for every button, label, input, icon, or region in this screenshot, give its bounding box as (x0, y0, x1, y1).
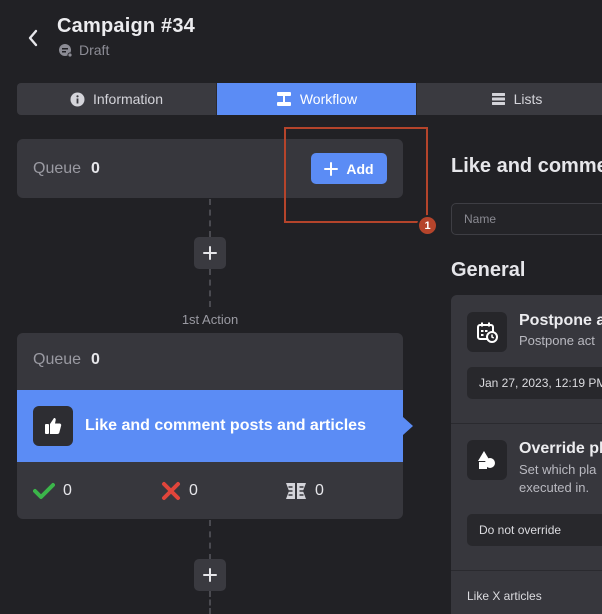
tab-label: Workflow (299, 91, 358, 107)
action-icon-box (33, 406, 73, 446)
override-description-line2: executed in. (519, 480, 590, 495)
insert-step-button[interactable] (194, 237, 226, 269)
chevron-left-icon (28, 29, 38, 47)
tab-information[interactable]: Information (17, 83, 217, 115)
skipped-count: 0 (315, 481, 324, 499)
tab-label: Information (92, 91, 164, 107)
plus-icon (203, 246, 217, 260)
insert-step-button[interactable] (194, 559, 226, 591)
step-label: 1st Action (181, 312, 239, 327)
connector-line (209, 591, 211, 614)
postpone-title: Postpone a (519, 312, 602, 329)
connector-line (209, 269, 211, 307)
divider (451, 570, 602, 571)
queue-count: 0 (91, 351, 100, 368)
success-count: 0 (63, 481, 72, 499)
queue-label: Queue (33, 159, 82, 177)
calendar-clock-icon (477, 322, 498, 343)
list-icon (491, 93, 505, 105)
postpone-date-input[interactable]: Jan 27, 2023, 12:19 PM (467, 367, 602, 399)
divider (451, 423, 602, 424)
general-section-title: General (451, 259, 526, 281)
plus-icon (203, 568, 217, 582)
status-label: Draft (79, 42, 110, 58)
action-card: Queue 0 Like and comment posts and artic… (17, 333, 413, 519)
shapes-icon (478, 451, 495, 469)
override-select[interactable]: Do not override (467, 514, 602, 546)
page-title: Campaign #34 (57, 15, 196, 37)
general-settings-panel: Postpone a Postpone act Jan 27, 2023, 12… (451, 295, 602, 614)
postpone-icon-box (467, 312, 507, 352)
override-icon-box (467, 440, 507, 480)
skip-icon (286, 482, 306, 499)
skipped-stat: 0 (285, 481, 324, 501)
success-stat: 0 (33, 482, 72, 500)
queue-count: 0 (91, 159, 100, 177)
action-settings-title: Like and comme (451, 155, 602, 177)
override-description-line1: Set which pla (519, 462, 597, 477)
annotation-badge: 1 (417, 215, 438, 236)
action-stats: 0 0 0 (17, 462, 403, 519)
action-queue: Queue 0 (33, 351, 100, 369)
action-step-like-comment[interactable]: Like and comment posts and articles (17, 390, 413, 462)
annotation-highlight-box (284, 127, 428, 223)
postpone-description: Postpone act (519, 333, 595, 348)
connector-line (209, 199, 211, 237)
workflow-icon (276, 92, 291, 106)
tab-lists[interactable]: Lists (417, 83, 602, 115)
queue-label: Queue (33, 351, 82, 368)
tab-label: Lists (513, 91, 543, 107)
back-button[interactable] (22, 24, 44, 52)
campaign-status: Draft (58, 42, 109, 58)
override-title: Override pl (519, 440, 602, 457)
info-icon (70, 92, 85, 106)
tab-workflow[interactable]: Workflow (217, 83, 417, 115)
action-name-field[interactable]: Name (451, 203, 602, 235)
action-title: Like and comment posts and articles (85, 417, 366, 434)
connector-line (209, 520, 211, 560)
failed-stat: 0 (161, 481, 198, 501)
like-x-articles-label: Like X articles (467, 589, 542, 603)
cross-icon (162, 481, 180, 500)
draft-status-icon (59, 43, 73, 57)
failed-count: 0 (189, 481, 198, 499)
thumbs-up-icon (45, 418, 62, 434)
tab-bar: Information Workflow Lists (17, 83, 602, 115)
checkmark-icon (33, 482, 55, 499)
